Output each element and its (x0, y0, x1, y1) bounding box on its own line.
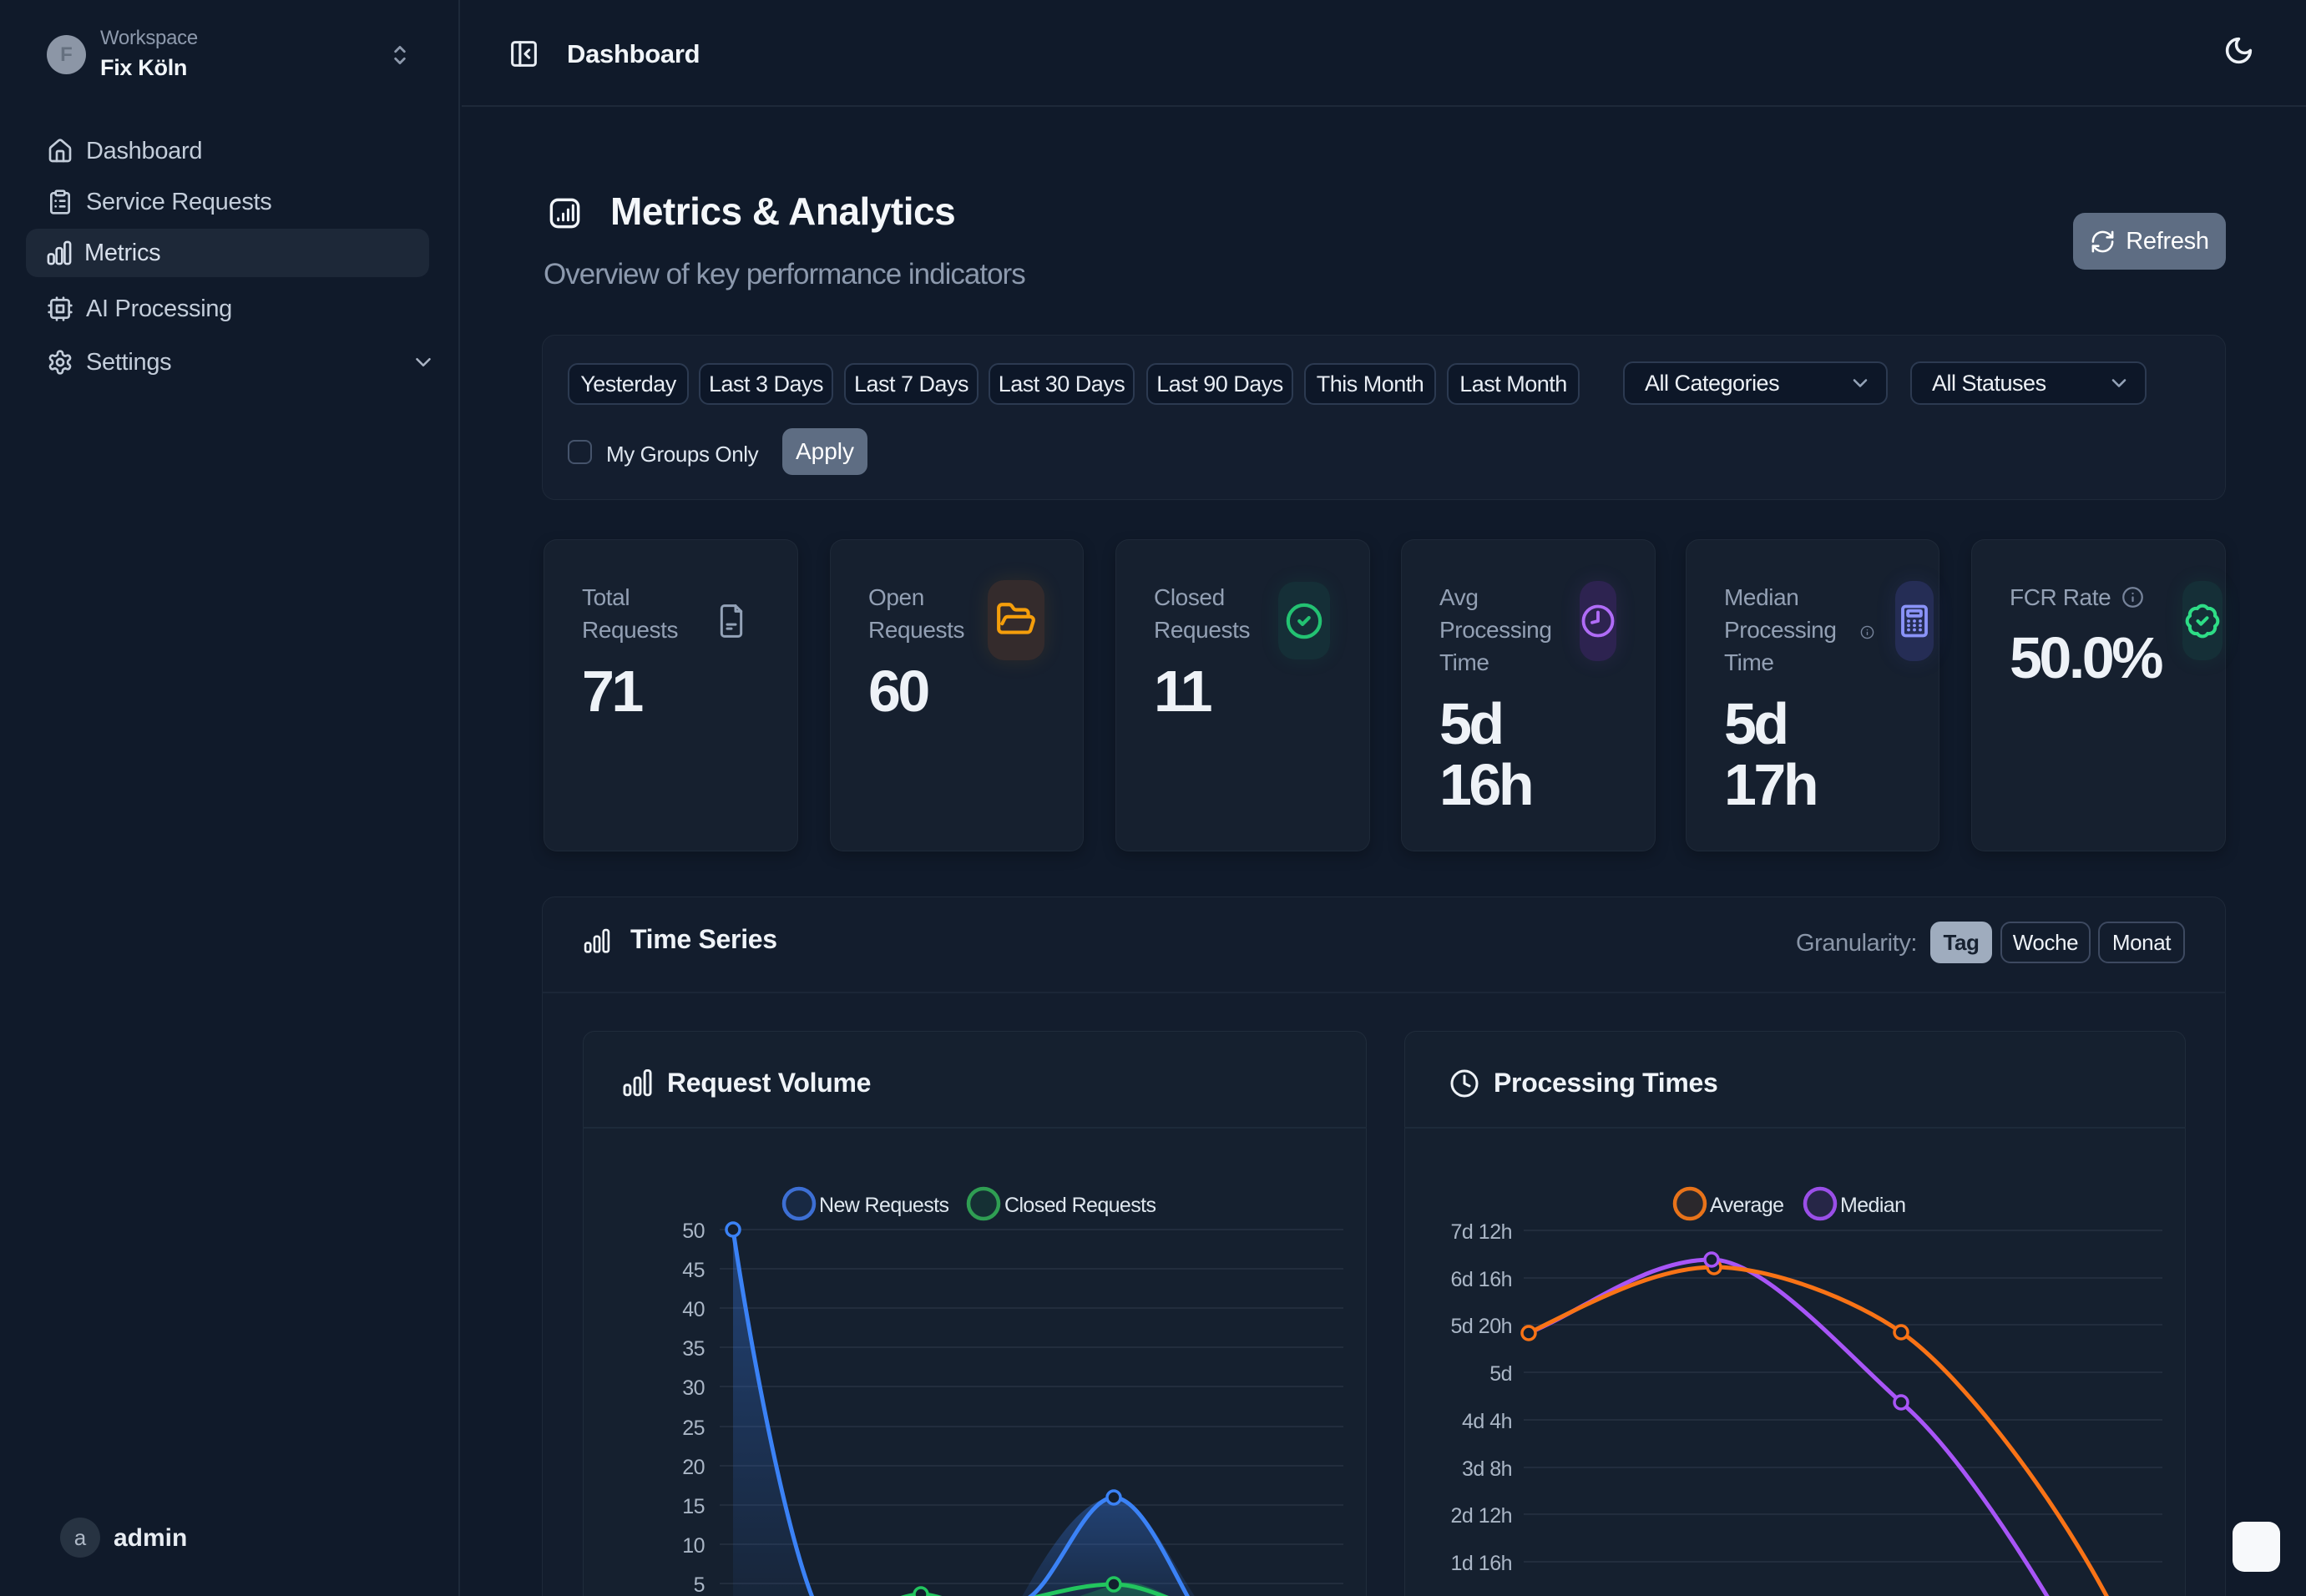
svg-text:45: 45 (682, 1259, 705, 1282)
svg-text:6d 16h: 6d 16h (1451, 1268, 1512, 1291)
svg-text:New Requests: New Requests (819, 1194, 948, 1217)
svg-text:Average: Average (1710, 1194, 1783, 1217)
svg-text:15: 15 (682, 1495, 705, 1518)
svg-text:20: 20 (682, 1456, 705, 1479)
svg-text:3d 8h: 3d 8h (1462, 1457, 1512, 1481)
svg-text:1d 16h: 1d 16h (1451, 1552, 1512, 1575)
svg-text:30: 30 (682, 1376, 705, 1400)
svg-text:10: 10 (682, 1534, 705, 1558)
svg-text:Median: Median (1840, 1194, 1905, 1217)
svg-text:50: 50 (682, 1220, 705, 1243)
svg-text:40: 40 (682, 1298, 705, 1321)
svg-text:7d 12h: 7d 12h (1451, 1220, 1512, 1244)
svg-text:4d 4h: 4d 4h (1462, 1410, 1512, 1433)
svg-text:25: 25 (682, 1417, 705, 1440)
svg-text:Closed Requests: Closed Requests (1004, 1194, 1156, 1217)
svg-text:5d: 5d (1489, 1362, 1512, 1386)
svg-text:5d 20h: 5d 20h (1451, 1315, 1512, 1338)
svg-text:2d 12h: 2d 12h (1451, 1504, 1512, 1528)
svg-text:5: 5 (694, 1573, 705, 1596)
svg-text:35: 35 (682, 1337, 705, 1361)
